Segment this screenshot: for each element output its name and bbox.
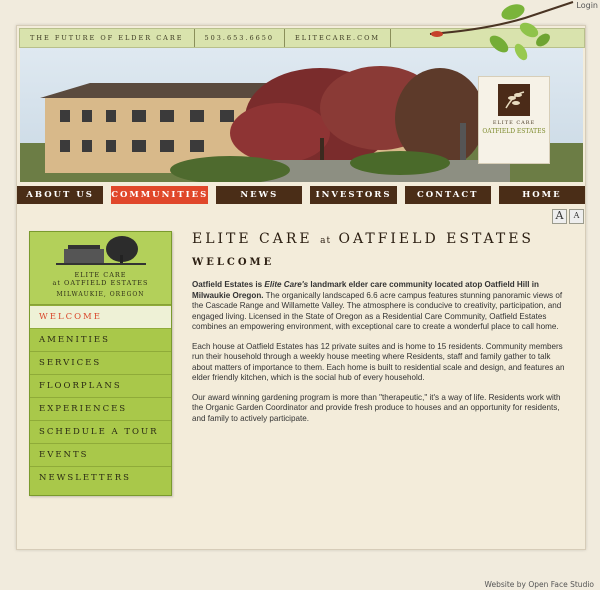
building-thumbnail-icon — [55, 236, 146, 265]
nav-about-us[interactable]: ABOUT US — [17, 186, 104, 204]
sidebar-location: MILWAUKIE, OREGON — [56, 291, 145, 298]
title-part-a: ELITE CARE — [192, 231, 313, 247]
branch-leaves-decoration — [429, 1, 574, 61]
title-at: at — [320, 236, 332, 246]
main-nav: ABOUT US COMMUNITIES NEWS INVESTORS CONT… — [17, 186, 586, 204]
garden-paragraph: Our award winning gardening program is m… — [192, 392, 561, 423]
page-title: ELITE CARE at OATFIELD ESTATES — [192, 231, 572, 247]
sidebar-item-events[interactable]: EVENTS — [30, 443, 171, 466]
font-decrease-button[interactable]: A — [569, 209, 584, 224]
houses-paragraph: Each house at Oatfield Estates has 12 pr… — [192, 341, 565, 383]
sidebar: ELITE CARE at OATFIELD ESTATES MILWAUKIE… — [29, 231, 172, 496]
page-frame: THE FUTURE OF ELDER CARE 503.653.6650 EL… — [16, 25, 586, 550]
font-size-controls: A A — [552, 209, 584, 224]
phone-number: 503.653.6650 — [195, 29, 286, 47]
sidebar-header: ELITE CARE at OATFIELD ESTATES MILWAUKIE… — [30, 232, 171, 305]
sidebar-item-schedule-tour[interactable]: SCHEDULE A TOUR — [30, 420, 171, 443]
font-increase-button[interactable]: A — [552, 209, 567, 224]
logo-text-elite-care: ELITE CARE — [492, 120, 536, 126]
logo-text-oatfield: OATFIELD ESTATES — [482, 128, 546, 135]
sidebar-subname: at OATFIELD ESTATES — [52, 279, 149, 287]
sidebar-item-amenities[interactable]: AMENITIES — [30, 328, 171, 351]
sidebar-item-newsletters[interactable]: NEWSLETTERS — [30, 466, 171, 489]
nav-news[interactable]: NEWS — [216, 186, 303, 204]
sidebar-menu: WELCOME AMENITIES SERVICES FLOORPLANS EX… — [30, 305, 171, 489]
footer-credit[interactable]: Website by Open Face Studio — [484, 580, 594, 589]
sidebar-name: ELITE CARE — [74, 271, 127, 279]
intro-bold: Oatfield Estates is — [192, 280, 265, 289]
tagline: THE FUTURE OF ELDER CARE — [20, 29, 195, 47]
leaf-logo-icon — [498, 84, 530, 116]
site-url: ELITECARE.COM — [285, 29, 392, 47]
nav-contact[interactable]: CONTACT — [404, 186, 491, 204]
sidebar-item-welcome[interactable]: WELCOME — [30, 305, 171, 328]
nav-investors[interactable]: INVESTORS — [310, 186, 397, 204]
sidebar-item-services[interactable]: SERVICES — [30, 351, 171, 374]
nav-home[interactable]: HOME — [498, 186, 586, 204]
title-part-b: OATFIELD ESTATES — [338, 231, 535, 247]
intro-italic: Elite Care's — [264, 280, 309, 289]
sidebar-item-floorplans[interactable]: FLOORPLANS — [30, 374, 171, 397]
sidebar-item-experiences[interactable]: EXPERIENCES — [30, 397, 171, 420]
main-content: ELITE CARE at OATFIELD ESTATES WELCOME O… — [192, 231, 572, 433]
login-link[interactable]: Login — [576, 1, 598, 10]
nav-communities[interactable]: COMMUNITIES — [111, 186, 209, 204]
intro-paragraph: Oatfield Estates is Elite Care's landmar… — [192, 280, 572, 333]
elite-care-logo: ELITE CARE OATFIELD ESTATES — [478, 76, 550, 164]
section-heading: WELCOME — [192, 257, 275, 268]
